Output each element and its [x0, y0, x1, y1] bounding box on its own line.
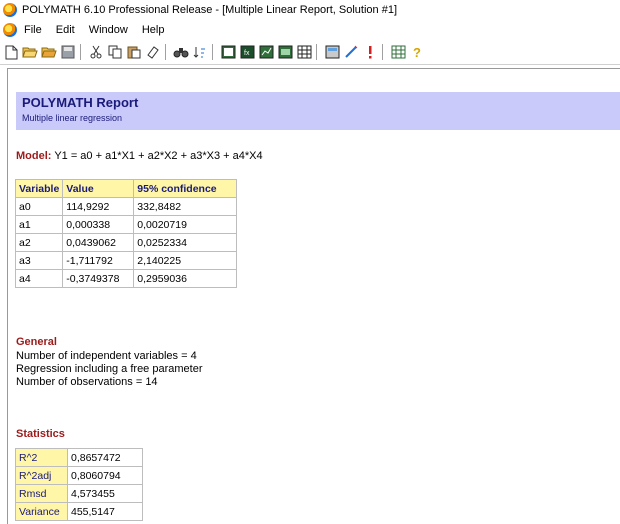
stat-label: Variance — [15, 502, 68, 521]
statistics-title: Statistics — [16, 428, 65, 440]
grid-icon[interactable] — [390, 44, 406, 60]
param-name: a3 — [14, 251, 64, 270]
wand-icon[interactable] — [343, 44, 359, 60]
stat-value: 0,8060794 — [67, 466, 143, 485]
eraser-icon[interactable] — [145, 44, 161, 60]
parameters-table: Variable Value 95% confidence a0 114,929… — [14, 179, 238, 288]
table-row: a1 0,000338 0,0020719 — [14, 215, 238, 234]
param-confidence: 0,0020719 — [133, 215, 238, 234]
param-confidence: 0,0252334 — [133, 233, 238, 252]
param-name: a1 — [14, 215, 64, 234]
header-value: Value — [62, 179, 135, 198]
stat-label: R^2 — [15, 448, 68, 467]
table-row: Rmsd 4,573455 — [15, 484, 143, 503]
param-value: 0,000338 — [62, 215, 135, 234]
general-line: Number of observations = 14 — [16, 376, 158, 388]
param-name: a2 — [14, 233, 64, 252]
report-title: POLYMATH Report — [22, 95, 139, 110]
table-row: a2 0,0439062 0,0252334 — [14, 233, 238, 252]
exclamation-icon[interactable] — [362, 44, 378, 60]
general-title: General — [16, 336, 57, 348]
general-line: Number of independent variables = 4 — [16, 350, 197, 362]
calculator-icon[interactable] — [324, 44, 340, 60]
paste-icon[interactable] — [126, 44, 142, 60]
param-value: 0,0439062 — [62, 233, 135, 252]
stat-value: 4,573455 — [67, 484, 143, 503]
toolbar-separator — [316, 44, 317, 60]
param-confidence: 0,2959036 — [133, 269, 238, 288]
table-header-row: Variable Value 95% confidence — [14, 179, 238, 198]
table-row: R^2adj 0,8060794 — [15, 466, 143, 485]
header-variable: Variable — [14, 179, 64, 198]
menu-help[interactable]: Help — [141, 24, 166, 36]
save-icon[interactable] — [60, 44, 76, 60]
menu-window[interactable]: Window — [88, 24, 129, 36]
stat-value: 455,5147 — [67, 502, 143, 521]
toolbar: fx ? — [0, 40, 620, 65]
window-title: POLYMATH 6.10 Professional Release - [Mu… — [22, 4, 397, 16]
toolbar-separator — [212, 44, 213, 60]
model-equation: Y1 = a0 + a1*X1 + a2*X2 + a3*X3 + a4*X4 — [54, 150, 263, 162]
param-value: -0,3749378 — [62, 269, 135, 288]
table-row: R^2 0,8657472 — [15, 448, 143, 467]
open-alt-icon[interactable] — [41, 44, 57, 60]
table-view-icon[interactable] — [296, 44, 312, 60]
find-icon[interactable] — [173, 44, 189, 60]
help-icon[interactable]: ? — [409, 44, 425, 60]
new-file-icon[interactable] — [3, 44, 19, 60]
svg-text:fx: fx — [244, 50, 250, 57]
document-icon[interactable] — [3, 22, 17, 37]
stat-value: 0,8657472 — [67, 448, 143, 467]
polymath-app-icon — [3, 3, 17, 17]
stat-label: Rmsd — [15, 484, 68, 503]
svg-text:?: ? — [413, 45, 421, 59]
table-row: a4 -0,3749378 0,2959036 — [14, 269, 238, 288]
open-icon[interactable] — [22, 44, 38, 60]
menu-edit[interactable]: Edit — [55, 24, 76, 36]
stat-label: R^2adj — [15, 466, 68, 485]
copy-icon[interactable] — [107, 44, 123, 60]
toolbar-separator — [165, 44, 166, 60]
param-confidence: 2,140225 — [133, 251, 238, 270]
table-row: a0 114,9292 332,8482 — [14, 197, 238, 216]
header-confidence: 95% confidence — [133, 179, 238, 198]
param-value: -1,711792 — [62, 251, 135, 270]
menu-file[interactable]: File — [23, 24, 43, 36]
model-line: Model: Y1 = a0 + a1*X1 + a2*X2 + a3*X3 +… — [16, 150, 263, 162]
report-subtitle: Multiple linear regression — [22, 113, 123, 123]
chart-icon[interactable]: fx — [239, 44, 255, 60]
sort-icon[interactable] — [192, 44, 208, 60]
param-name: a0 — [14, 197, 64, 216]
graph-icon[interactable] — [258, 44, 274, 60]
toolbar-separator — [80, 44, 81, 60]
statistics-table: R^2 0,8657472 R^2adj 0,8060794 Rmsd 4,57… — [15, 448, 143, 521]
toolbar-separator — [382, 44, 383, 60]
data-table-icon[interactable] — [220, 44, 236, 60]
table-row: a3 -1,711792 2,140225 — [14, 251, 238, 270]
param-confidence: 332,8482 — [133, 197, 238, 216]
general-line: Regression including a free parameter — [16, 363, 203, 375]
report-header: POLYMATH Report Multiple linear regressi… — [16, 92, 620, 130]
param-name: a4 — [14, 269, 64, 288]
table-row: Variance 455,5147 — [15, 502, 143, 521]
cut-icon[interactable] — [88, 44, 104, 60]
model-label: Model: — [16, 150, 52, 162]
report-icon[interactable] — [277, 44, 293, 60]
menu-bar: File Edit Window Help — [0, 20, 620, 39]
param-value: 114,9292 — [62, 197, 135, 216]
title-bar: POLYMATH 6.10 Professional Release - [Mu… — [0, 0, 620, 20]
